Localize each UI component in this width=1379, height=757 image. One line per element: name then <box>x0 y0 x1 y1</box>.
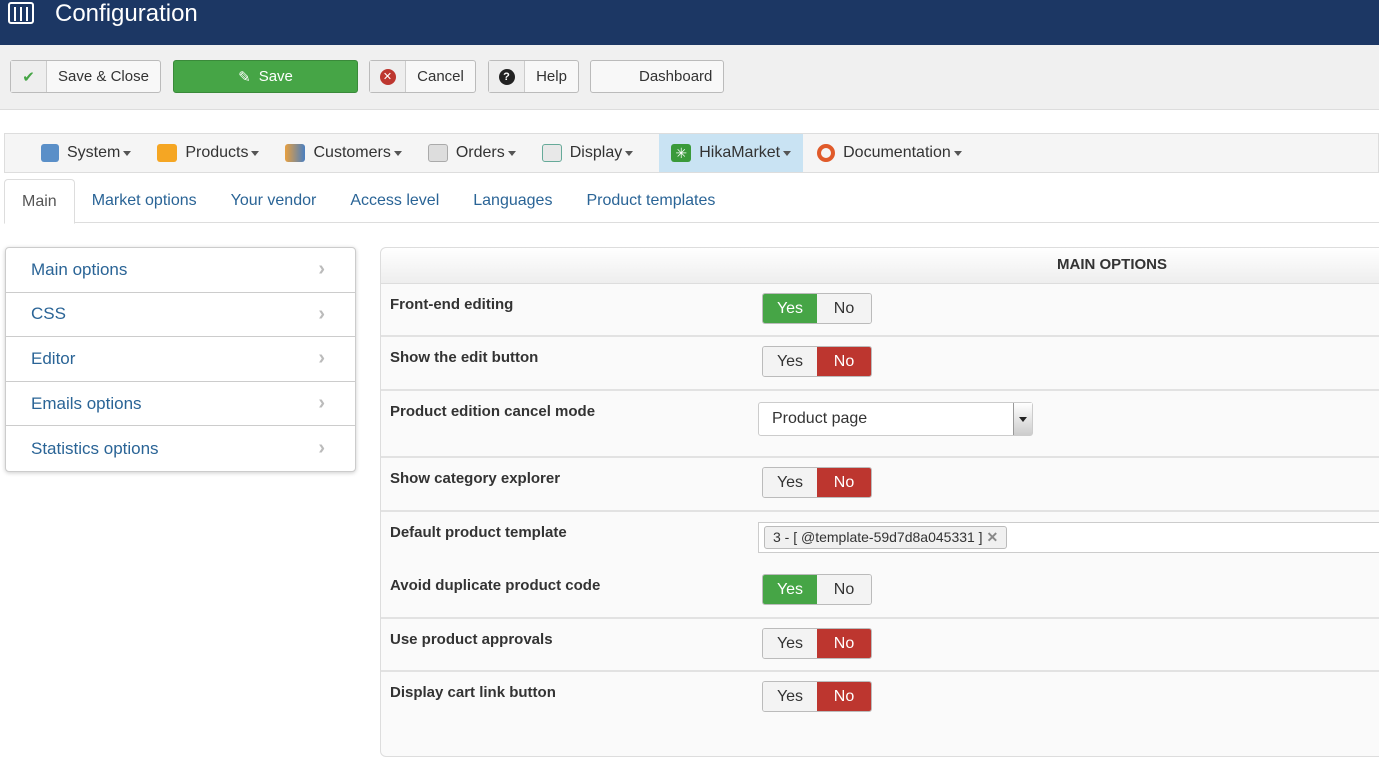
sidebar-item-editor[interactable]: Editor › <box>6 337 355 382</box>
menu-customers[interactable]: Customers <box>285 134 413 172</box>
menu-system[interactable]: System <box>41 134 143 172</box>
cancel-icon: ✕ <box>370 61 406 92</box>
check-icon: ✔ <box>11 61 47 92</box>
panel-title: MAIN OPTIONS <box>381 248 1379 284</box>
orders-icon <box>427 144 448 162</box>
remove-icon[interactable]: ✕ <box>986 529 998 545</box>
chevron-right-icon: › <box>318 302 325 325</box>
menu-orders[interactable]: Orders <box>427 134 528 172</box>
chevron-right-icon: › <box>318 347 325 370</box>
sidebar-item-emails-options[interactable]: Emails options › <box>6 382 355 427</box>
option-cancel-mode: Product edition cancel mode Product page <box>381 391 1379 458</box>
users-icon <box>285 144 306 162</box>
toolbar: ✔ Save & Close ✎ Save ✕ Cancel ? Help Dashbo… <box>0 45 1379 110</box>
help-button[interactable]: ? Help <box>488 60 579 93</box>
option-product-approvals: Use product approvals Yes No <box>381 619 1379 672</box>
no-option[interactable]: No <box>817 294 871 323</box>
option-default-template: Default product template 3 - [ @template… <box>381 512 1379 565</box>
main-menu: System Products Customers Orders Display… <box>4 133 1379 173</box>
sidebar-item-main-options[interactable]: Main options › <box>6 248 355 293</box>
question-icon: ? <box>489 61 525 92</box>
save-close-button[interactable]: ✔ Save & Close <box>10 60 161 93</box>
option-show-edit-button: Show the edit button Yes No <box>381 337 1379 391</box>
template-tag: 3 - [ @template-59d7d8a045331 ] ✕ <box>764 526 1008 549</box>
page-title: Configuration <box>55 0 198 27</box>
sidebar-item-css[interactable]: CSS › <box>6 293 355 338</box>
cancel-mode-select[interactable]: Product page <box>758 402 1033 436</box>
hikamarket-icon: ✳ <box>671 144 692 162</box>
no-option[interactable]: No <box>817 347 871 376</box>
no-option[interactable]: No <box>817 575 871 604</box>
option-front-end-editing: Front-end editing Yes No <box>381 284 1379 337</box>
lifebuoy-icon <box>817 144 836 162</box>
yes-option[interactable]: Yes <box>763 294 817 323</box>
yes-no-toggle[interactable]: Yes No <box>762 574 872 605</box>
yes-option[interactable]: Yes <box>763 575 817 604</box>
tab-bar: Main Market options Your vendor Access l… <box>4 179 1379 224</box>
dashboard-button[interactable]: Dashboard <box>590 60 724 93</box>
menu-products[interactable]: Products <box>157 134 271 172</box>
no-option[interactable]: No <box>817 468 871 497</box>
tab-market-options[interactable]: Market options <box>75 179 214 222</box>
sliders-icon <box>8 2 34 24</box>
yes-no-toggle[interactable]: Yes No <box>762 467 872 498</box>
chevron-down-icon <box>1013 403 1032 435</box>
sidebar-item-statistics-options[interactable]: Statistics options › <box>6 426 355 471</box>
cancel-button[interactable]: ✕ Cancel <box>369 60 476 93</box>
display-icon <box>541 144 562 162</box>
save-button[interactable]: ✎ Save <box>173 60 358 93</box>
edit-icon: ✎ <box>238 68 251 86</box>
main-options-panel: MAIN OPTIONS Front-end editing Yes No Sho… <box>380 247 1379 757</box>
tab-access-level[interactable]: Access level <box>333 179 456 222</box>
menu-documentation[interactable]: Documentation <box>817 134 974 172</box>
chevron-right-icon: › <box>318 258 325 281</box>
chevron-right-icon: › <box>318 392 325 415</box>
option-cart-link: Display cart link button Yes No <box>381 672 1379 726</box>
menu-hikamarket[interactable]: ✳ HikaMarket <box>659 134 804 172</box>
options-sidebar: Main options › CSS › Editor › Emails option… <box>5 247 356 472</box>
option-category-explorer: Show category explorer Yes No <box>381 458 1379 512</box>
tools-icon <box>41 144 59 162</box>
tab-main[interactable]: Main <box>4 179 75 224</box>
box-icon <box>157 144 178 162</box>
no-option[interactable]: No <box>817 682 871 711</box>
tab-product-templates[interactable]: Product templates <box>569 179 732 222</box>
tab-your-vendor[interactable]: Your vendor <box>214 179 334 222</box>
chevron-right-icon: › <box>318 437 325 460</box>
yes-option[interactable]: Yes <box>763 682 817 711</box>
template-select[interactable]: 3 - [ @template-59d7d8a045331 ] ✕ <box>758 522 1379 553</box>
yes-no-toggle[interactable]: Yes No <box>762 293 872 324</box>
yes-option[interactable]: Yes <box>763 468 817 497</box>
no-option[interactable]: No <box>817 629 871 658</box>
option-avoid-duplicate: Avoid duplicate product code Yes No <box>381 565 1379 619</box>
yes-no-toggle[interactable]: Yes No <box>762 681 872 712</box>
header-bar: Configuration <box>0 0 1379 45</box>
menu-display[interactable]: Display <box>541 134 645 172</box>
tab-languages[interactable]: Languages <box>456 179 569 222</box>
yes-option[interactable]: Yes <box>763 629 817 658</box>
yes-option[interactable]: Yes <box>763 347 817 376</box>
yes-no-toggle[interactable]: Yes No <box>762 346 872 377</box>
yes-no-toggle[interactable]: Yes No <box>762 628 872 659</box>
